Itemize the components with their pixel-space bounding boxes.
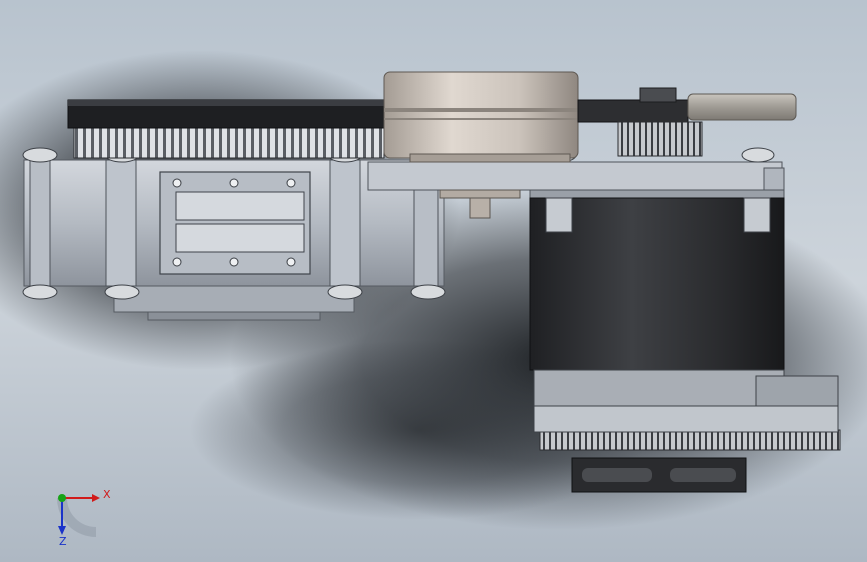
bolt-head [741,147,775,163]
rail-hub [439,189,521,199]
motor-standoff [545,197,573,233]
left-frame-lower-plate [113,285,355,313]
output-shaft [687,93,797,121]
window-screw [286,257,296,267]
drum-base [409,153,571,163]
rail-edge-block [763,167,785,193]
encoder-gear-ring [539,429,841,451]
drum-groove [384,108,578,112]
left-frame-bottom-lip [147,311,321,321]
frame-post [105,159,137,287]
window-screw [286,178,296,188]
drum-groove [384,118,578,120]
bolt-head [22,284,58,300]
cad-viewport[interactable]: X Z Y [0,0,867,562]
access-window-slot [175,223,305,253]
small-pulley-cap [639,87,677,103]
bolt-head [410,284,446,300]
window-screw [229,178,239,188]
bolt-head [327,284,363,300]
window-screw [172,257,182,267]
fan-slot [670,468,736,482]
frame-post [29,159,51,287]
drum-body [383,71,579,159]
x-axis-label: X [103,488,111,501]
frame-post [329,159,361,287]
encoder-band [533,405,839,433]
fan-slot [582,468,652,482]
y-axis-dot [58,494,66,502]
large-gear-teeth [73,125,385,159]
rail-stud [469,197,491,219]
bolt-head [104,284,140,300]
frame-post [413,179,439,287]
small-pulley-teeth [617,121,703,157]
large-gear [67,99,389,159]
belt-arm-bar [577,99,689,123]
bolt-head [22,147,58,163]
motor-standoff [743,197,771,233]
upper-rail-plate [367,161,783,191]
motor-mount-plate [529,189,785,199]
large-gear-rim-highlight [68,100,388,106]
window-screw [172,178,182,188]
window-screw [229,257,239,267]
z-axis-label: Z [59,535,67,548]
access-window-slot [175,191,305,221]
drum-pulley [383,71,579,163]
